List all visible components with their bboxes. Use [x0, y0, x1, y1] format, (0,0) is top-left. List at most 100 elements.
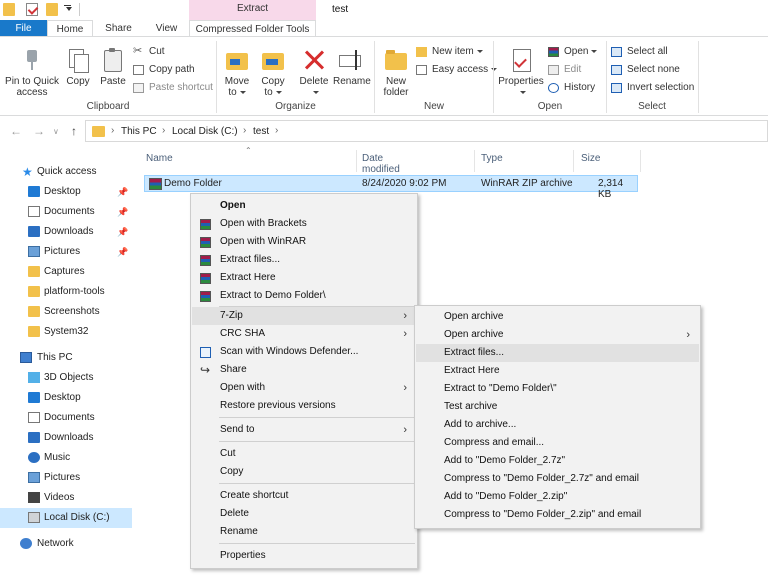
tab-view[interactable]: View — [144, 20, 189, 37]
up-arrow-icon[interactable]: ↑ — [71, 124, 77, 138]
pin-icon[interactable]: 📌 — [117, 182, 128, 202]
nav-item-local-disk[interactable]: Local Disk (C:) — [0, 508, 132, 528]
easy-access-button[interactable]: Easy access — [416, 63, 498, 77]
submenu-item-add-to-archive[interactable]: Add to archive... — [416, 416, 699, 434]
menu-item-scan-defender[interactable]: Scan with Windows Defender... — [192, 343, 416, 361]
paste-button[interactable]: Paste — [97, 47, 129, 87]
nav-item-documents[interactable]: Documents — [0, 408, 132, 428]
submenu-item-compress-email[interactable]: Compress and email... — [416, 434, 699, 452]
breadcrumb-separator-icon[interactable]: › — [275, 125, 278, 136]
invert-selection-button[interactable]: Invert selection — [611, 81, 694, 95]
nav-quick-access[interactable]: Quick access — [0, 162, 132, 182]
nav-item-downloads[interactable]: Downloads — [0, 428, 132, 448]
submenu-item-open-archive-more[interactable]: Open archive › — [416, 326, 699, 344]
forward-arrow-icon[interactable]: → — [33, 124, 45, 138]
nav-item-videos[interactable]: Videos — [0, 488, 132, 508]
column-divider[interactable] — [356, 150, 357, 172]
submenu-item-extract-to-folder[interactable]: Extract to "Demo Folder\" — [416, 380, 699, 398]
tab-share[interactable]: Share — [93, 20, 144, 37]
back-arrow-icon[interactable]: ← — [10, 124, 22, 138]
nav-item-documents[interactable]: Documents 📌 — [0, 202, 132, 222]
menu-item-cut[interactable]: Cut — [192, 445, 416, 463]
menu-item-open-with[interactable]: Open with › — [192, 379, 416, 397]
nav-item-pictures[interactable]: Pictures — [0, 468, 132, 488]
column-header-type[interactable]: Type — [481, 153, 503, 164]
menu-item-rename[interactable]: Rename — [192, 523, 416, 541]
nav-network[interactable]: Network — [0, 534, 132, 554]
menu-item-extract-here[interactable]: Extract Here — [192, 269, 416, 287]
nav-item-downloads[interactable]: Downloads 📌 — [0, 222, 132, 242]
nav-this-pc[interactable]: This PC — [0, 348, 132, 368]
rename-button[interactable]: Rename — [333, 47, 371, 87]
submenu-item-extract-here[interactable]: Extract Here — [416, 362, 699, 380]
submenu-item-extract-files[interactable]: Extract files... — [416, 344, 699, 362]
tab-file[interactable]: File — [0, 20, 47, 37]
cut-button[interactable]: Cut — [133, 44, 165, 59]
pin-to-quick-access-button[interactable]: Pin to Quick access — [2, 47, 62, 98]
delete-button[interactable]: Delete — [297, 47, 331, 98]
menu-item-7zip[interactable]: 7-Zip › — [192, 307, 416, 325]
submenu-item-test-archive[interactable]: Test archive — [416, 398, 699, 416]
new-folder-button[interactable]: New folder — [380, 47, 412, 98]
copy-path-button[interactable]: Copy path — [133, 63, 195, 77]
breadcrumb-separator-icon[interactable]: › — [111, 125, 114, 136]
menu-item-create-shortcut[interactable]: Create shortcut — [192, 487, 416, 505]
paste-shortcut-button[interactable]: Paste shortcut — [133, 81, 213, 95]
pin-icon[interactable]: 📌 — [117, 222, 128, 242]
tab-compressed-folder-tools[interactable]: Compressed Folder Tools — [189, 20, 316, 37]
customize-quick-access-icon[interactable] — [66, 7, 72, 11]
column-divider[interactable] — [640, 150, 641, 172]
history-button[interactable]: History — [548, 81, 595, 95]
pin-icon[interactable]: 📌 — [117, 202, 128, 222]
menu-item-extract-to-folder[interactable]: Extract to Demo Folder\ — [192, 287, 416, 305]
edit-button[interactable]: Edit — [548, 63, 581, 77]
menu-item-open[interactable]: Open — [192, 197, 416, 215]
column-divider[interactable] — [474, 150, 475, 172]
column-divider[interactable] — [573, 150, 574, 172]
new-folder-quick-icon[interactable] — [46, 3, 58, 16]
tab-home[interactable]: Home — [47, 20, 93, 37]
menu-item-share[interactable]: Share — [192, 361, 416, 379]
copy-to-button[interactable]: Copy to — [257, 47, 289, 98]
menu-item-restore-previous[interactable]: Restore previous versions — [192, 397, 416, 415]
new-item-button[interactable]: New item — [416, 45, 483, 59]
menu-item-extract-files[interactable]: Extract files... — [192, 251, 416, 269]
nav-item-desktop[interactable]: Desktop — [0, 388, 132, 408]
menu-item-send-to[interactable]: Send to › — [192, 421, 416, 439]
move-to-button[interactable]: Move to — [221, 47, 253, 98]
nav-item-3d-objects[interactable]: 3D Objects — [0, 368, 132, 388]
open-button[interactable]: Open — [548, 45, 598, 59]
breadcrumb-local-disk[interactable]: Local Disk (C:) — [172, 126, 238, 137]
nav-item-screenshots[interactable]: Screenshots — [0, 302, 132, 322]
nav-item-music[interactable]: Music — [0, 448, 132, 468]
nav-item-captures[interactable]: Captures — [0, 262, 132, 282]
select-all-button[interactable]: Select all — [611, 45, 668, 59]
column-header-name[interactable]: Name — [146, 153, 173, 164]
table-row[interactable]: Demo Folder 8/24/2020 9:02 PM WinRAR ZIP… — [144, 175, 638, 200]
breadcrumb-separator-icon[interactable]: › — [162, 125, 165, 136]
select-none-button[interactable]: Select none — [611, 63, 680, 77]
menu-item-open-with-winrar[interactable]: Open with WinRAR — [192, 233, 416, 251]
pin-icon[interactable]: 📌 — [117, 242, 128, 262]
menu-item-copy[interactable]: Copy — [192, 463, 416, 481]
nav-item-system32[interactable]: System32 — [0, 322, 132, 342]
column-header-size[interactable]: Size — [581, 153, 600, 164]
nav-item-desktop[interactable]: Desktop 📌 — [0, 182, 132, 202]
breadcrumb-this-pc[interactable]: This PC — [121, 126, 157, 137]
column-header-date[interactable]: Date modified — [362, 153, 400, 175]
menu-item-properties[interactable]: Properties — [192, 547, 416, 565]
submenu-item-add-to-7z[interactable]: Add to "Demo Folder_2.7z" — [416, 452, 699, 470]
menu-item-crc-sha[interactable]: CRC SHA › — [192, 325, 416, 343]
nav-item-pictures[interactable]: Pictures 📌 — [0, 242, 132, 262]
menu-item-delete[interactable]: Delete — [192, 505, 416, 523]
properties-quick-icon[interactable] — [26, 3, 38, 16]
properties-button[interactable]: Properties — [498, 47, 544, 98]
submenu-item-compress-7z-email[interactable]: Compress to "Demo Folder_2.7z" and email — [416, 470, 699, 488]
copy-button[interactable]: Copy — [63, 47, 93, 87]
recent-locations-chevron-icon[interactable]: ∨ — [53, 127, 59, 136]
address-bar[interactable]: › This PC › Local Disk (C:) › test › — [85, 120, 768, 142]
nav-item-platform-tools[interactable]: platform-tools — [0, 282, 132, 302]
menu-item-open-with-brackets[interactable]: Open with Brackets — [192, 215, 416, 233]
breadcrumb-test[interactable]: test — [253, 126, 269, 137]
submenu-item-add-to-zip[interactable]: Add to "Demo Folder_2.zip" — [416, 488, 699, 506]
